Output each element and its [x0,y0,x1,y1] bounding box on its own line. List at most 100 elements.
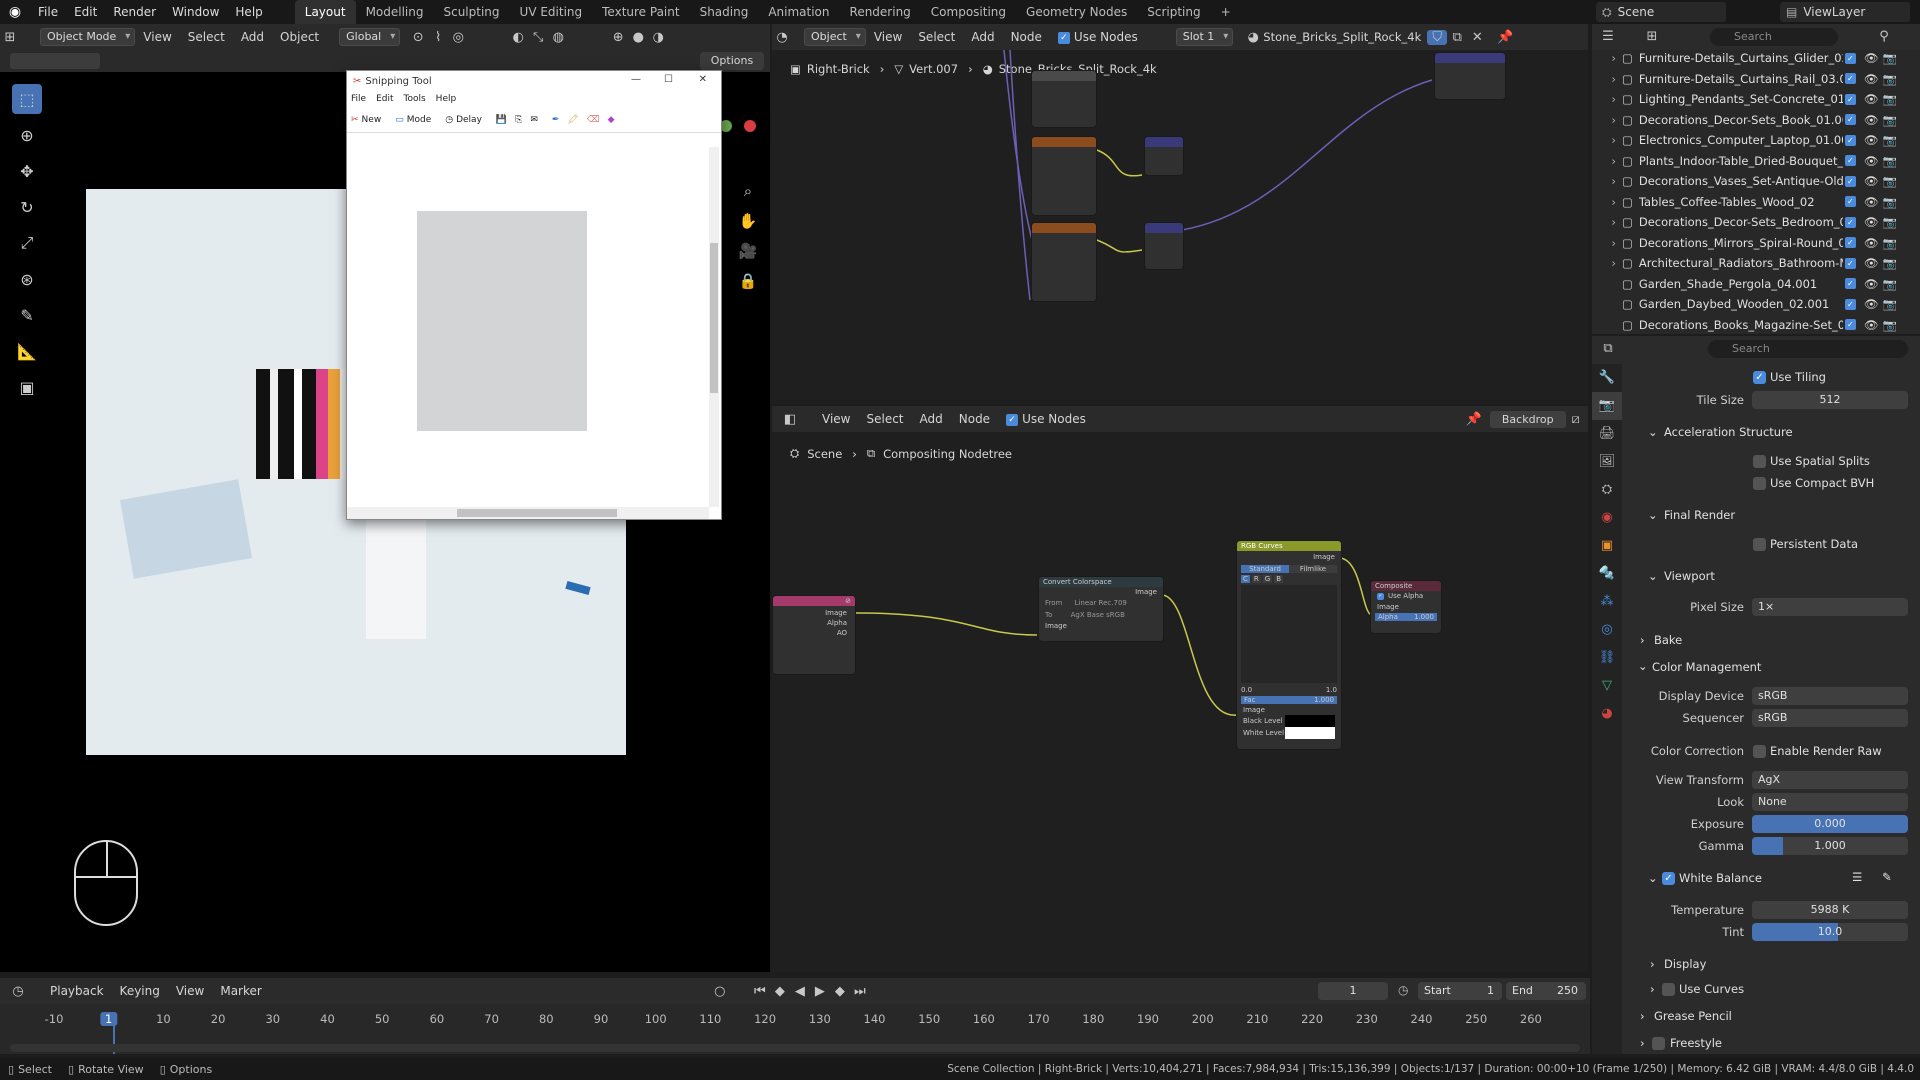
eye-icon[interactable]: 👁 [1864,277,1879,291]
exclude-checkbox[interactable]: ✓ [1844,73,1856,85]
send-icon[interactable]: ✉ [530,115,538,125]
eye-icon[interactable]: 👁 [1864,113,1879,127]
eye-icon[interactable]: 👁 [1864,215,1879,229]
compact-bvh-checkbox[interactable] [1753,477,1766,490]
composite-input-image[interactable]: Image [1371,602,1441,612]
snip-menu-file[interactable]: File [351,94,366,104]
camera-icon[interactable]: 📷 [1882,113,1896,127]
comp-menu-select[interactable]: Select [858,412,911,426]
camera-icon[interactable]: 📷 [1882,174,1896,188]
eye-icon[interactable]: 👁 [1864,174,1879,188]
options-button[interactable]: Options [700,52,764,70]
filter-icon[interactable]: ⚲ [1874,29,1894,44]
start-frame-field[interactable]: Start 1 [1418,982,1502,1000]
tool-tab-icon[interactable]: 🔧 [1592,364,1622,392]
move-icon[interactable]: ✥ [12,156,42,186]
curves-output-image[interactable]: Image [1237,551,1341,563]
backdrop-button[interactable]: Backdrop [1489,410,1566,428]
next-keyframe-icon[interactable]: ◆ [830,984,850,999]
pin-icon[interactable]: 📌 [1495,30,1515,45]
eraser-icon[interactable]: ⌫ [587,115,600,125]
rgb-curves-node[interactable]: RGB Curves Image Standard Filmlike C R G… [1236,540,1342,750]
shader-menu-node[interactable]: Node [1003,30,1050,44]
pen-icon[interactable]: ✒ [552,115,560,125]
constraints-tab-icon[interactable]: ⛓ [1592,644,1622,672]
viewport-menu-view[interactable]: View [135,30,179,44]
fake-user-icon[interactable]: ⛉ [1427,29,1448,45]
select-box-icon[interactable]: ⬚ [12,84,42,114]
spatial-splits-checkbox[interactable] [1753,455,1766,468]
shader-node-4[interactable] [1144,136,1184,176]
record-icon[interactable]: ○ [710,984,730,999]
slot-dropdown[interactable]: Slot 1 [1175,28,1234,46]
render-tab-icon[interactable]: 📷 [1592,392,1622,420]
snip-vscroll[interactable] [709,147,719,507]
measure-icon[interactable]: 📐 [12,336,42,366]
menu-file[interactable]: File [30,0,66,24]
menu-help[interactable]: Help [227,0,270,24]
shader-use-nodes-toggle[interactable]: ✓ Use Nodes [1050,30,1146,44]
menu-render[interactable]: Render [105,0,164,24]
outliner-item[interactable]: › ▢ Decorations_Vases_Set-Antique-Old_01 ✓ 👁… [1592,171,1920,192]
convert-colorspace-node[interactable]: Convert Colorspace Image From Linear Rec… [1038,576,1164,642]
bake-panel-header[interactable]: Bake [1654,633,1682,647]
display-mode-icon[interactable]: ⊞ [1642,29,1662,44]
eye-icon[interactable]: 👁 [1864,154,1879,168]
proportional-icon[interactable]: ◎ [448,30,468,45]
tab-scripting[interactable]: Scripting [1137,0,1210,24]
editor-type-icon[interactable]: ⊞ [0,30,20,45]
shader-output-node[interactable] [1434,52,1506,100]
curves-channel-c[interactable]: C [1241,575,1250,583]
shader-node-3[interactable] [1031,222,1097,302]
jump-start-icon[interactable]: ⏮ [750,984,770,999]
camera-icon[interactable]: 🎥 [734,236,762,266]
tab-shading[interactable]: Shading [690,0,759,24]
enable-render-raw-checkbox[interactable] [1753,745,1766,758]
snip-menu-help[interactable]: Help [436,94,457,104]
camera-icon[interactable]: 📷 [1882,133,1896,147]
render-layers-node[interactable]: ⊘ Image Alpha AO [772,595,856,675]
exclude-checkbox[interactable]: ✓ [1844,257,1856,269]
outliner-item[interactable]: ›▢ Furniture-Details_Curtains_Glider_02.0… [1592,48,1920,69]
camera-icon[interactable]: 📷 [1882,51,1896,65]
menu-keying[interactable]: Keying [112,984,168,998]
composite-node[interactable]: Composite ✓ Use Alpha Image Alpha 1.000 [1370,580,1442,634]
menu-timeline-view[interactable]: View [168,984,212,998]
gizmo-icon[interactable]: ⤡ [528,30,548,45]
outliner-item[interactable]: ▢ Garden_Shade_Pergola_04.001 ✓ 👁 📷 [1592,274,1920,295]
data-tab-icon[interactable]: ▽ [1592,672,1622,700]
outliner-item[interactable]: › ▢ Furniture-Details_Curtains_Rail_03.001… [1592,69,1920,90]
chevron-right-icon[interactable]: › [1592,113,1622,127]
exclude-checkbox[interactable]: ✓ [1844,52,1856,64]
modifier-tab-icon[interactable]: 🔩 [1592,560,1622,588]
menu-marker[interactable]: Marker [212,984,269,998]
viewport-menu-object[interactable]: Object [272,30,327,44]
chevron-right-icon[interactable]: › [1592,236,1622,250]
object-tab-icon[interactable]: ▣ [1592,532,1622,560]
exclude-checkbox[interactable]: ✓ [1844,114,1856,126]
camera-icon[interactable]: 📷 [1882,72,1896,86]
eye-icon[interactable]: 👁 [1864,236,1879,250]
color-management-panel-header[interactable]: Color Management [1652,660,1761,674]
exclude-checkbox[interactable]: ✓ [1844,175,1856,187]
use-curves-panel-header[interactable]: Use Curves [1679,982,1744,996]
pivot-icon[interactable]: ⊙ [408,30,428,45]
tab-rendering[interactable]: Rendering [840,0,921,24]
eye-icon[interactable]: 👁 [1864,92,1879,106]
outliner-item[interactable]: ▢ Decorations_Books_Magazine-Set_06.0 ✓ 👁 📷 [1592,315,1920,336]
copy-icon[interactable]: ⎘ [515,115,522,125]
camera-icon[interactable]: 📷 [1882,215,1896,229]
comp-pin-icon[interactable]: 📌 [1464,412,1484,427]
tile-size-field[interactable]: 512 [1752,391,1908,409]
material-tab-icon[interactable]: ◕ [1592,700,1622,728]
persistent-data-checkbox[interactable] [1753,538,1766,551]
add-cube-icon[interactable]: ▣ [12,372,42,402]
comp-use-nodes-toggle[interactable]: ✓ Use Nodes [998,412,1094,426]
output-tab-icon[interactable]: 🖨 [1592,420,1622,448]
freestyle-checkbox[interactable] [1652,1037,1665,1050]
lock-icon[interactable]: 🔒 [734,266,762,296]
physics-tab-icon[interactable]: ◎ [1592,616,1622,644]
curves-max[interactable]: 1.0 [1326,685,1337,695]
viewport-panel-header[interactable]: Viewport [1664,569,1715,583]
grease-pencil-panel-header[interactable]: Grease Pencil [1654,1009,1732,1023]
